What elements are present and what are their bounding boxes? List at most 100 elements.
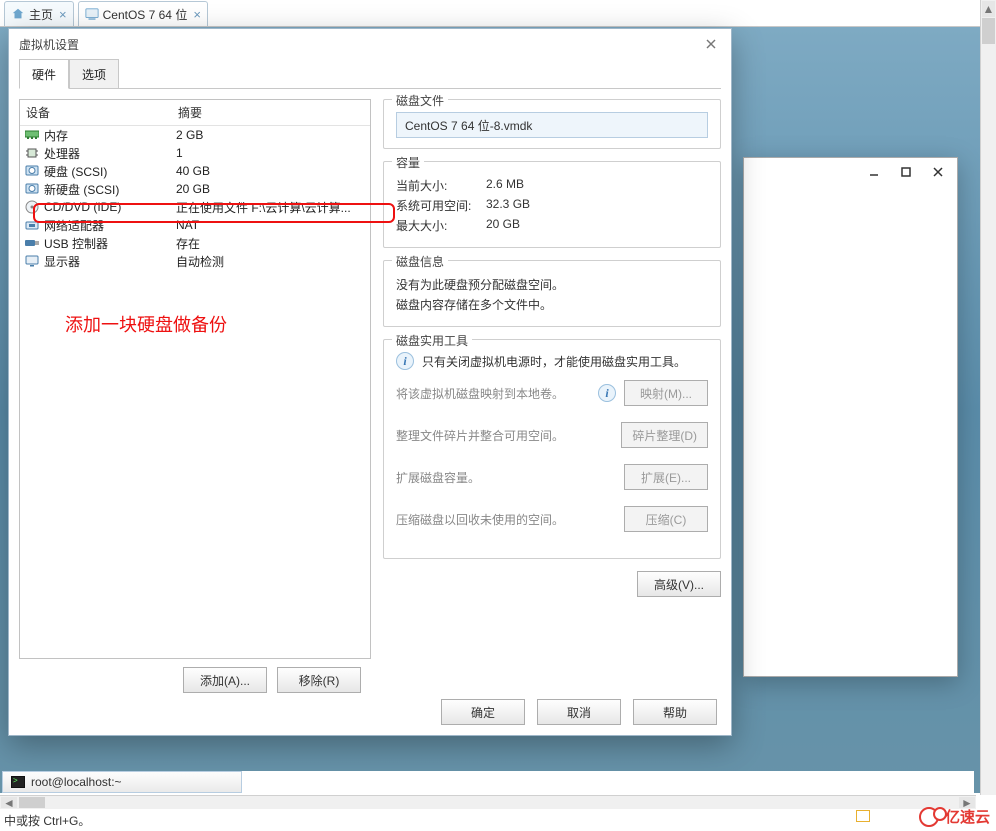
disk-info-line-1: 没有为此硬盘预分配磁盘空间。 — [396, 276, 708, 293]
max-size-value: 20 GB — [486, 217, 520, 234]
close-icon[interactable]: × — [59, 7, 67, 22]
group-disk-info: 磁盘信息 没有为此硬盘预分配磁盘空间。 磁盘内容存储在多个文件中。 — [383, 260, 721, 327]
device-name: 硬盘 (SCSI) — [44, 163, 176, 180]
compact-button: 压缩(C) — [624, 506, 708, 532]
ram-icon — [24, 130, 40, 140]
map-desc: 将该虚拟机磁盘映射到本地卷。 — [396, 385, 598, 402]
taskbar: root@localhost:~ — [2, 771, 974, 793]
map-button: 映射(M)... — [624, 380, 708, 406]
dialog-title: 虚拟机设置 — [19, 36, 79, 53]
expand-button-label: 扩展(E)... — [641, 469, 691, 486]
current-size-value: 2.6 MB — [486, 177, 524, 194]
group-disk-info-title: 磁盘信息 — [392, 253, 448, 270]
help-button[interactable]: 帮助 — [633, 699, 717, 725]
advanced-button-label: 高级(V)... — [654, 576, 704, 593]
vscroll-thumb[interactable] — [982, 18, 995, 44]
device-summary: 40 GB — [176, 164, 366, 178]
compact-button-label: 压缩(C) — [646, 511, 687, 528]
col-device-header: 设备 — [26, 104, 178, 121]
defrag-button-label: 碎片整理(D) — [632, 427, 697, 444]
hardware-row[interactable]: 处理器1 — [20, 144, 370, 162]
annotation-text: 添加一块硬盘做备份 — [65, 311, 227, 337]
scroll-up-icon[interactable]: ▲ — [982, 1, 995, 17]
status-indicator-icon — [856, 810, 870, 822]
home-icon — [11, 7, 25, 21]
disk-file-field[interactable]: CentOS 7 64 位-8.vmdk — [396, 112, 708, 138]
ok-button[interactable]: 确定 — [441, 699, 525, 725]
device-name: 处理器 — [44, 145, 176, 162]
background-window — [743, 157, 958, 677]
hardware-list-header: 设备 摘要 — [20, 100, 370, 126]
vertical-scrollbar[interactable]: ▲ — [980, 0, 996, 795]
close-button[interactable] — [923, 162, 953, 182]
add-button-label: 添加(A)... — [200, 672, 250, 689]
horizontal-scrollbar[interactable]: ◄ ► — [0, 795, 976, 809]
device-summary: 20 GB — [176, 182, 366, 196]
cancel-button-label: 取消 — [567, 704, 591, 721]
info-icon[interactable]: i — [598, 384, 616, 402]
max-size-label: 最大大小: — [396, 217, 486, 234]
scroll-left-icon[interactable]: ◄ — [1, 797, 17, 808]
hardware-row[interactable]: 硬盘 (SCSI)40 GB — [20, 162, 370, 180]
tab-home[interactable]: 主页 × — [4, 1, 74, 26]
group-disk-utilities: 磁盘实用工具 i 只有关闭虚拟机电源时，才能使用磁盘实用工具。 将该虚拟机磁盘映… — [383, 339, 721, 559]
minimize-button[interactable] — [859, 162, 889, 182]
map-button-label: 映射(M)... — [640, 385, 692, 402]
dialog-tabs: 硬件 选项 — [9, 59, 731, 89]
tab-hardware[interactable]: 硬件 — [19, 59, 69, 89]
advanced-button[interactable]: 高级(V)... — [637, 571, 721, 597]
free-space-label: 系统可用空间: — [396, 197, 486, 214]
device-summary: 1 — [176, 146, 366, 160]
expand-button: 扩展(E)... — [624, 464, 708, 490]
group-disk-file-title: 磁盘文件 — [392, 92, 448, 109]
hardware-row[interactable]: 新硬盘 (SCSI)20 GB — [20, 180, 370, 198]
tab-vm-label: CentOS 7 64 位 — [103, 6, 188, 23]
disk-info-line-2: 磁盘内容存储在多个文件中。 — [396, 296, 708, 313]
hdd-icon — [24, 165, 40, 177]
hardware-list[interactable]: 设备 摘要 内存2 GB处理器1硬盘 (SCSI)40 GB新硬盘 (SCSI)… — [19, 99, 371, 659]
cpu-icon — [24, 146, 40, 160]
hdd-icon — [24, 183, 40, 195]
taskbar-item-label: root@localhost:~ — [31, 775, 122, 789]
status-text: 中或按 Ctrl+G。 — [4, 812, 90, 829]
add-button[interactable]: 添加(A)... — [183, 667, 267, 693]
close-icon[interactable]: × — [193, 7, 201, 22]
group-disk-file: 磁盘文件 CentOS 7 64 位-8.vmdk — [383, 99, 721, 149]
cancel-button[interactable]: 取消 — [537, 699, 621, 725]
info-icon: i — [396, 352, 414, 370]
dialog-titlebar: 虚拟机设置 — [9, 29, 731, 59]
bg-window-titlebar — [744, 158, 957, 186]
remove-button-label: 移除(R) — [299, 672, 340, 689]
group-capacity: 容量 当前大小:2.6 MB 系统可用空间:32.3 GB 最大大小:20 GB — [383, 161, 721, 248]
maximize-button[interactable] — [891, 162, 921, 182]
defrag-button: 碎片整理(D) — [621, 422, 708, 448]
hardware-row[interactable]: USB 控制器存在 — [20, 234, 370, 252]
device-name: 新硬盘 (SCSI) — [44, 181, 176, 198]
tab-home-label: 主页 — [29, 6, 53, 23]
device-summary: 自动检测 — [176, 253, 366, 270]
hardware-row[interactable]: 显示器自动检测 — [20, 252, 370, 270]
device-summary: 2 GB — [176, 128, 366, 142]
hscroll-track[interactable] — [46, 796, 958, 809]
disk-file-value: CentOS 7 64 位-8.vmdk — [405, 117, 532, 134]
tab-options[interactable]: 选项 — [69, 59, 119, 89]
display-icon — [24, 255, 40, 267]
dialog-close-button[interactable] — [699, 34, 723, 54]
main-tab-strip: 主页 × CentOS 7 64 位 × — [0, 0, 996, 27]
close-icon — [706, 39, 716, 49]
hardware-row[interactable]: 内存2 GB — [20, 126, 370, 144]
ok-button-label: 确定 — [471, 704, 495, 721]
col-summary-header: 摘要 — [178, 104, 364, 121]
tab-vm[interactable]: CentOS 7 64 位 × — [78, 1, 208, 26]
device-name: USB 控制器 — [44, 235, 176, 252]
terminal-icon — [11, 776, 25, 788]
remove-button[interactable]: 移除(R) — [277, 667, 361, 693]
brand-logo-icon — [919, 807, 939, 827]
device-summary: 存在 — [176, 235, 366, 252]
expand-desc: 扩展磁盘容量。 — [396, 469, 624, 486]
dialog-footer: 确定 取消 帮助 — [9, 699, 731, 725]
brand-text: 亿速云 — [945, 806, 990, 827]
hscroll-thumb[interactable] — [19, 797, 45, 808]
taskbar-item-terminal[interactable]: root@localhost:~ — [2, 771, 242, 793]
device-name: 内存 — [44, 127, 176, 144]
